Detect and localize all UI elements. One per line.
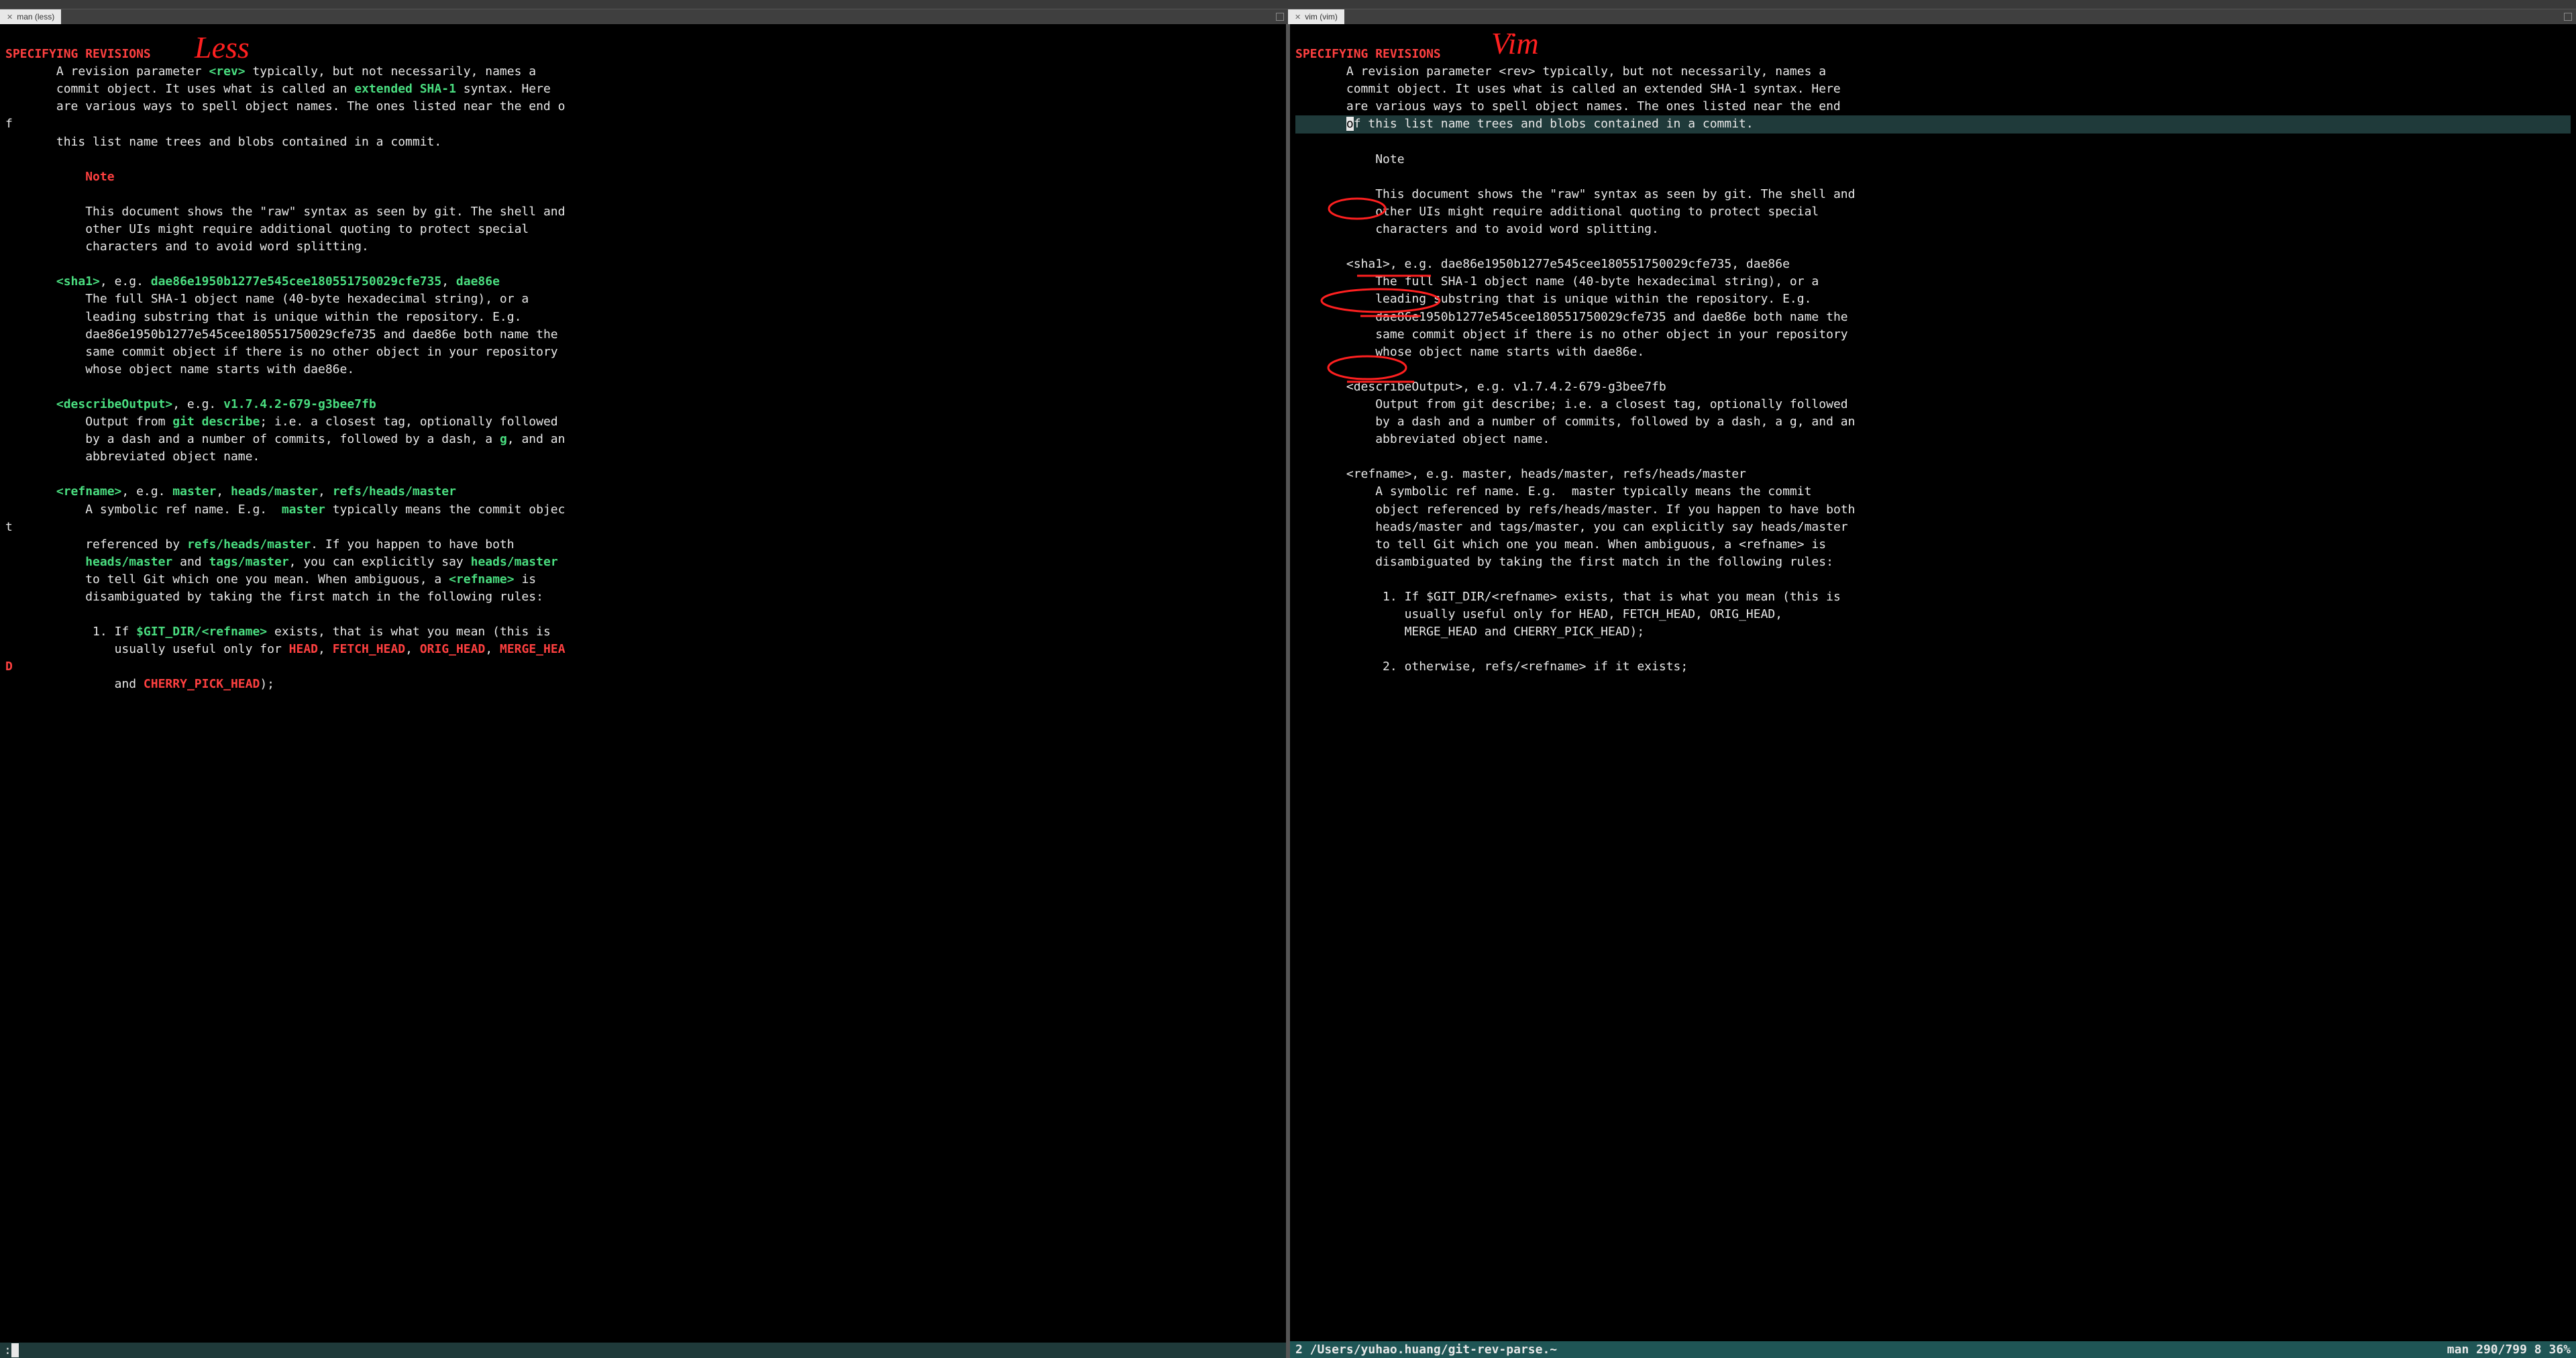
vim-status-bar: 2 /Users/yuhao.huang/git-rev-parse.~ man… — [1290, 1341, 2576, 1358]
vim-content: SPECIFYING REVISIONS A revision paramete… — [1290, 24, 2576, 1341]
pane-vim[interactable]: SPECIFYING REVISIONS A revision paramete… — [1290, 24, 2576, 1358]
less-prompt[interactable]: : — [0, 1343, 1286, 1358]
tab-strip: ✕ man (less) ✕ vim (vim) — [0, 9, 2576, 24]
window-minimize-icon[interactable] — [1276, 13, 1284, 21]
refname-tag: <refname>, e.g. master, heads/master, re… — [1346, 467, 1746, 481]
split-panes: SPECIFYING REVISIONS A revision paramete… — [0, 24, 2576, 1358]
tab-group-left: ✕ man (less) — [0, 9, 1288, 24]
pane-less[interactable]: SPECIFYING REVISIONS A revision paramete… — [0, 24, 1286, 1358]
sha1-tag: <sha1>, e.g. dae86e1950b1277e545cee18055… — [1346, 257, 1790, 271]
close-icon[interactable]: ✕ — [7, 13, 13, 21]
section-heading: SPECIFYING REVISIONS — [1295, 47, 1441, 61]
tab-right[interactable]: ✕ vim (vim) — [1288, 9, 1344, 24]
section-heading: SPECIFYING REVISIONS — [5, 47, 151, 61]
sha1-tag: <sha1> — [56, 274, 100, 289]
note-heading: Note — [85, 170, 114, 184]
describe-tag: <describeOutput> — [56, 397, 172, 411]
window-minimize-icon[interactable] — [2564, 13, 2572, 21]
tab-left[interactable]: ✕ man (less) — [0, 9, 61, 24]
refname-tag: <refname> — [56, 484, 122, 499]
less-content: SPECIFYING REVISIONS A revision paramete… — [0, 24, 1286, 1343]
close-icon[interactable]: ✕ — [1295, 13, 1301, 21]
vim-status-position: man 290/799 8 36% — [2447, 1343, 2571, 1357]
tab-group-right: ✕ vim (vim) — [1288, 9, 2576, 24]
cursor-line: of this list name trees and blobs contai… — [1295, 115, 2571, 133]
tab-title: vim (vim) — [1305, 12, 1338, 21]
vim-cursor: o — [1346, 117, 1354, 131]
window-title-bar — [0, 0, 2576, 9]
vim-status-path: 2 /Users/yuhao.huang/git-rev-parse.~ — [1295, 1343, 2447, 1357]
tab-title: man (less) — [17, 12, 54, 21]
describe-tag: <describeOutput>, e.g. v1.7.4.2-679-g3be… — [1346, 380, 1666, 394]
